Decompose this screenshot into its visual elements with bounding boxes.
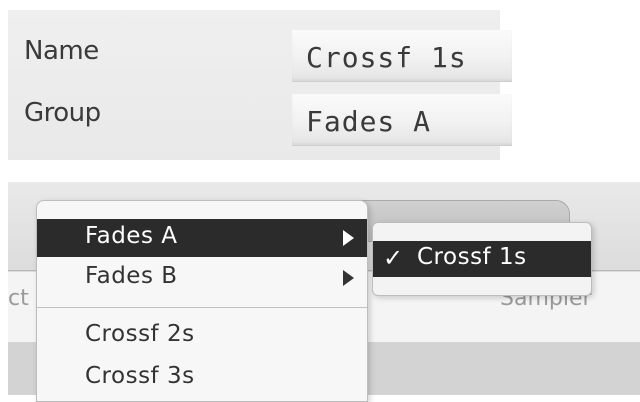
column-header-partial: ct: [8, 286, 29, 311]
menu-item-label: Crossf 2s: [85, 321, 195, 347]
name-field[interactable]: Crossf 1s: [292, 30, 512, 82]
name-field-value: Crossf 1s: [306, 41, 467, 74]
menu-item-label: Fades A: [85, 223, 178, 249]
submenu-item-label: Crossf 1s: [417, 244, 527, 270]
menu-item-crossf-2s[interactable]: Crossf 2s: [37, 317, 367, 355]
menu-item-crossf-3s[interactable]: Crossf 3s: [37, 359, 367, 397]
group-field[interactable]: Fades A: [292, 94, 512, 146]
properties-panel: Name Crossf 1s Group Fades A: [8, 10, 512, 160]
menu-item-label: Crossf 3s: [85, 363, 195, 389]
submenu-item-crossf-1s[interactable]: ✓ Crossf 1s: [373, 241, 591, 277]
fades-a-submenu: ✓ Crossf 1s: [372, 222, 592, 296]
checkmark-icon: ✓: [383, 244, 404, 272]
menu-separator: [37, 307, 367, 308]
submenu-arrow-icon: [343, 230, 354, 246]
name-label: Name: [24, 36, 99, 66]
menu-item-fades-b[interactable]: Fades B: [37, 259, 367, 297]
group-field-value: Fades A: [306, 105, 432, 138]
menu-item-fades-a[interactable]: Fades A: [37, 219, 367, 257]
group-label: Group: [24, 98, 101, 128]
menu-item-label: Fades B: [85, 263, 178, 289]
submenu-arrow-icon: [343, 270, 354, 286]
group-dropdown-menu: Fades A Fades B Crossf 2s Crossf 3s: [36, 200, 368, 402]
